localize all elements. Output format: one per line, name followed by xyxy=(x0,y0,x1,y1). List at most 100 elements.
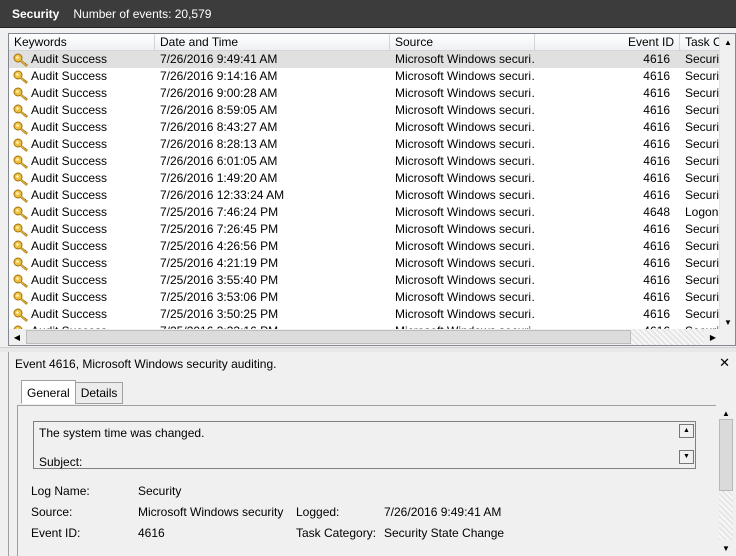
date-time-cell: 7/26/2016 1:49:20 AM xyxy=(160,171,278,185)
task-category-cell: Security xyxy=(685,188,721,202)
task-category-cell: Security xyxy=(685,103,721,117)
date-time-cell: 7/26/2016 8:28:13 AM xyxy=(160,137,278,151)
keyword-text: Audit Success xyxy=(31,205,108,219)
event-id-cell: 4616 xyxy=(643,86,670,100)
keyword-text: Audit Success xyxy=(31,273,108,287)
task-category-cell: Security xyxy=(685,290,721,304)
task-category-cell: Logon xyxy=(685,205,719,219)
task-category-cell: Security xyxy=(685,69,721,83)
event-id-cell: 4616 xyxy=(643,307,670,321)
keyword-cell: Audit Success xyxy=(9,255,155,272)
task-category-label: Task Category: xyxy=(296,526,377,540)
scroll-left-arrow-icon[interactable]: ◀ xyxy=(9,329,25,345)
keyword-text: Audit Success xyxy=(31,69,108,83)
column-header-event-id[interactable]: Event ID xyxy=(535,34,680,51)
scroll-corner xyxy=(719,329,735,345)
date-time-cell: 7/26/2016 9:49:41 AM xyxy=(160,52,278,66)
event-message-box[interactable]: The system time was changed. Subject: ▲ … xyxy=(33,421,696,469)
event-id-label: Event ID: xyxy=(31,526,81,540)
keyword-cell: Audit Success xyxy=(9,187,155,204)
detail-scroll-track[interactable] xyxy=(719,491,733,540)
source-cell: Microsoft Windows securi… xyxy=(395,103,535,117)
key-icon xyxy=(13,206,29,220)
detail-vertical-scrollbar[interactable]: ▲ ▼ xyxy=(716,405,736,556)
task-category-cell: Security xyxy=(685,273,721,287)
keyword-cell: Audit Success xyxy=(9,204,155,221)
table-row[interactable]: Audit Success 7/26/2016 1:49:20 AM Microso… xyxy=(9,170,721,187)
keyword-text: Audit Success xyxy=(31,290,108,304)
keyword-text: Audit Success xyxy=(31,120,108,134)
task-category-cell: Security xyxy=(685,171,721,185)
event-id-cell: 4616 xyxy=(643,239,670,253)
general-tab-body: The system time was changed. Subject: ▲ … xyxy=(17,405,717,556)
task-category-cell: Security xyxy=(685,137,721,151)
close-icon[interactable]: ✕ xyxy=(719,355,730,371)
tab-general[interactable]: General xyxy=(21,380,76,404)
horizontal-scroll-thumb[interactable] xyxy=(26,330,631,344)
table-row[interactable]: Audit Success 7/25/2016 7:46:24 PM Microso… xyxy=(9,204,721,221)
date-time-cell: 7/26/2016 8:43:27 AM xyxy=(160,120,278,134)
grid-vertical-scrollbar[interactable]: ▲ ▼ xyxy=(719,34,735,330)
grid-horizontal-scrollbar[interactable]: ◀ ▶ xyxy=(9,329,721,345)
events-grid[interactable]: Keywords Date and Time Source Event ID T… xyxy=(8,33,736,346)
key-icon xyxy=(13,172,29,186)
table-row[interactable]: Audit Success 7/26/2016 8:28:13 AM Microso… xyxy=(9,136,721,153)
keyword-text: Audit Success xyxy=(31,171,108,185)
date-time-cell: 7/25/2016 4:26:56 PM xyxy=(160,239,279,253)
table-row[interactable]: Audit Success 7/25/2016 3:55:40 PM Microso… xyxy=(9,272,721,289)
table-row[interactable]: Audit Success 7/25/2016 4:21:19 PM Microso… xyxy=(9,255,721,272)
table-row[interactable]: Audit Success 7/26/2016 6:01:05 AM Microso… xyxy=(9,153,721,170)
table-row[interactable]: Audit Success 7/25/2016 7:26:45 PM Microso… xyxy=(9,221,721,238)
keyword-text: Audit Success xyxy=(31,307,108,321)
table-row[interactable]: Audit Success 7/25/2016 3:53:06 PM Microso… xyxy=(9,289,721,306)
source-cell: Microsoft Windows securi… xyxy=(395,86,535,100)
keyword-cell: Audit Success xyxy=(9,119,155,136)
event-id-cell: 4616 xyxy=(643,290,670,304)
keyword-cell: Audit Success xyxy=(9,170,155,187)
task-category-cell: Security xyxy=(685,256,721,270)
keyword-cell: Audit Success xyxy=(9,85,155,102)
task-category-value: Security State Change xyxy=(384,526,505,540)
task-category-cell: Security xyxy=(685,52,721,66)
event-id-cell: 4616 xyxy=(643,103,670,117)
keyword-cell: Audit Success xyxy=(9,289,155,306)
table-row[interactable]: Audit Success 7/25/2016 4:26:56 PM Microso… xyxy=(9,238,721,255)
scroll-down-arrow-icon[interactable]: ▼ xyxy=(720,314,735,330)
message-scroll-down-icon[interactable]: ▼ xyxy=(679,450,694,464)
keyword-text: Audit Success xyxy=(31,256,108,270)
keyword-cell: Audit Success xyxy=(9,153,155,170)
date-time-cell: 7/25/2016 3:53:06 PM xyxy=(160,290,279,304)
column-header-keywords[interactable]: Keywords xyxy=(9,34,155,51)
event-id-cell: 4648 xyxy=(643,205,670,219)
table-row[interactable]: Audit Success 7/26/2016 9:49:41 AM Microso… xyxy=(9,51,721,68)
date-time-cell: 7/26/2016 6:01:05 AM xyxy=(160,154,278,168)
horizontal-scroll-track[interactable] xyxy=(631,329,704,345)
message-scroll-up-icon[interactable]: ▲ xyxy=(679,424,694,438)
task-category-cell: Security xyxy=(685,120,721,134)
table-row[interactable]: Audit Success 7/26/2016 8:59:05 AM Microso… xyxy=(9,102,721,119)
scroll-up-arrow-icon[interactable]: ▲ xyxy=(720,34,735,50)
detail-scroll-thumb[interactable] xyxy=(719,419,733,491)
keyword-text: Audit Success xyxy=(31,188,108,202)
column-header-date-time[interactable]: Date and Time xyxy=(155,34,390,51)
column-header-task-category[interactable]: Task Ca xyxy=(680,34,721,51)
keyword-text: Audit Success xyxy=(31,86,108,100)
detail-scroll-down-icon[interactable]: ▼ xyxy=(718,540,734,556)
column-header-source[interactable]: Source xyxy=(390,34,535,51)
source-cell: Microsoft Windows securi… xyxy=(395,239,535,253)
message-scrollbar[interactable]: ▲ ▼ xyxy=(678,422,695,468)
table-row[interactable]: Audit Success 7/26/2016 9:14:16 AM Microso… xyxy=(9,68,721,85)
table-row[interactable]: Audit Success 7/26/2016 12:33:24 AM Micros… xyxy=(9,187,721,204)
date-time-cell: 7/26/2016 12:33:24 AM xyxy=(160,188,285,202)
table-row[interactable]: Audit Success 7/25/2016 3:50:25 PM Microso… xyxy=(9,306,721,323)
key-icon xyxy=(13,189,29,203)
tab-details[interactable]: Details xyxy=(74,382,124,404)
source-cell: Microsoft Windows securi… xyxy=(395,120,535,134)
table-row[interactable]: Audit Success 7/26/2016 9:00:28 AM Microso… xyxy=(9,85,721,102)
key-icon xyxy=(13,257,29,271)
event-id-cell: 4616 xyxy=(643,222,670,236)
table-row[interactable]: Audit Success 7/26/2016 8:43:27 AM Microso… xyxy=(9,119,721,136)
key-icon xyxy=(13,87,29,101)
event-count: Number of events: 20,579 xyxy=(73,6,212,21)
keyword-text: Audit Success xyxy=(31,103,108,117)
